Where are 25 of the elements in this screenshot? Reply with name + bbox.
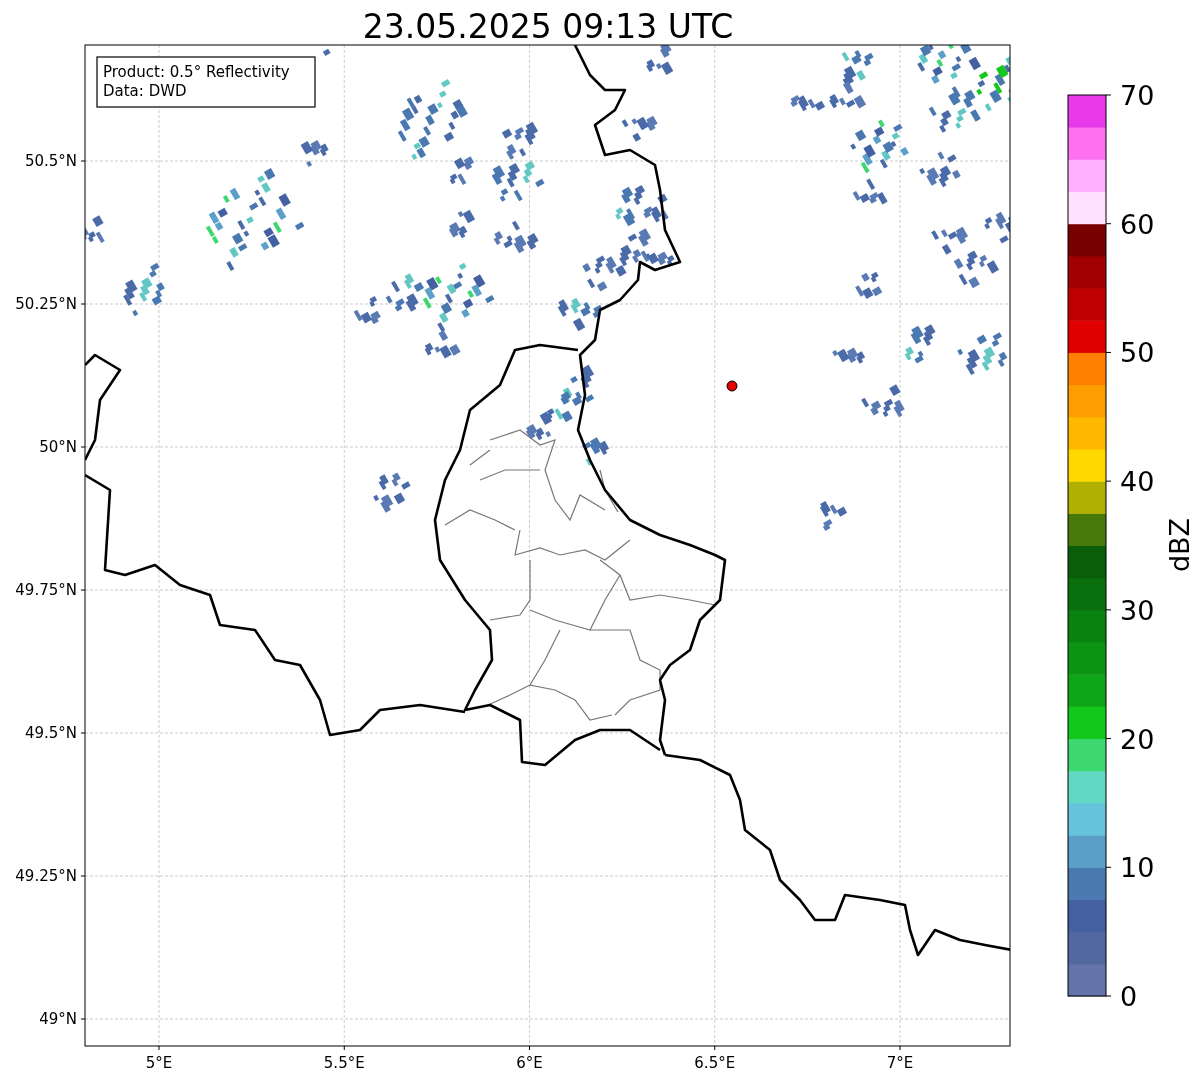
chart-title: 23.05.2025 09:13 UTC	[362, 7, 734, 46]
colorbar-tick-label: 10	[1120, 852, 1155, 884]
axis-tick-label: 5.5°E	[323, 1054, 365, 1072]
colorbar-tick-label: 40	[1120, 466, 1155, 498]
info-text: Product: 0.5° Reflectivity	[103, 63, 290, 81]
colorbar-tick-label: 60	[1120, 208, 1155, 240]
site-marker-icon	[726, 380, 738, 392]
axis-tick-label: 7°E	[886, 1054, 914, 1072]
colorbar-tick-label: 20	[1120, 723, 1155, 755]
axis-tick-label: 50.5°N	[24, 152, 77, 170]
axis-tick-label: 6°E	[516, 1054, 543, 1072]
axis-tick-label: 5°E	[145, 1054, 173, 1072]
colorbar-tick-label: 0	[1120, 981, 1138, 1012]
axis-tick-label: 49.5°N	[24, 724, 77, 742]
colorbar-tick-label: 70	[1120, 80, 1155, 111]
axis-tick-label: 49.75°N	[15, 581, 77, 599]
colorbar-tick-label: 50	[1120, 337, 1155, 369]
axis-tick-label: 49°N	[39, 1010, 77, 1028]
info-text: Data: DWD	[103, 82, 187, 100]
colorbar-tick-label: 30	[1120, 594, 1155, 626]
axis-tick-label: 6.5°E	[694, 1054, 736, 1072]
axis-tick-label: 50.25°N	[15, 295, 77, 313]
colorbar-label: dBZ	[1164, 517, 1195, 573]
axis-tick-label: 50°N	[39, 438, 77, 456]
axis-tick-label: 49.25°N	[15, 867, 77, 885]
